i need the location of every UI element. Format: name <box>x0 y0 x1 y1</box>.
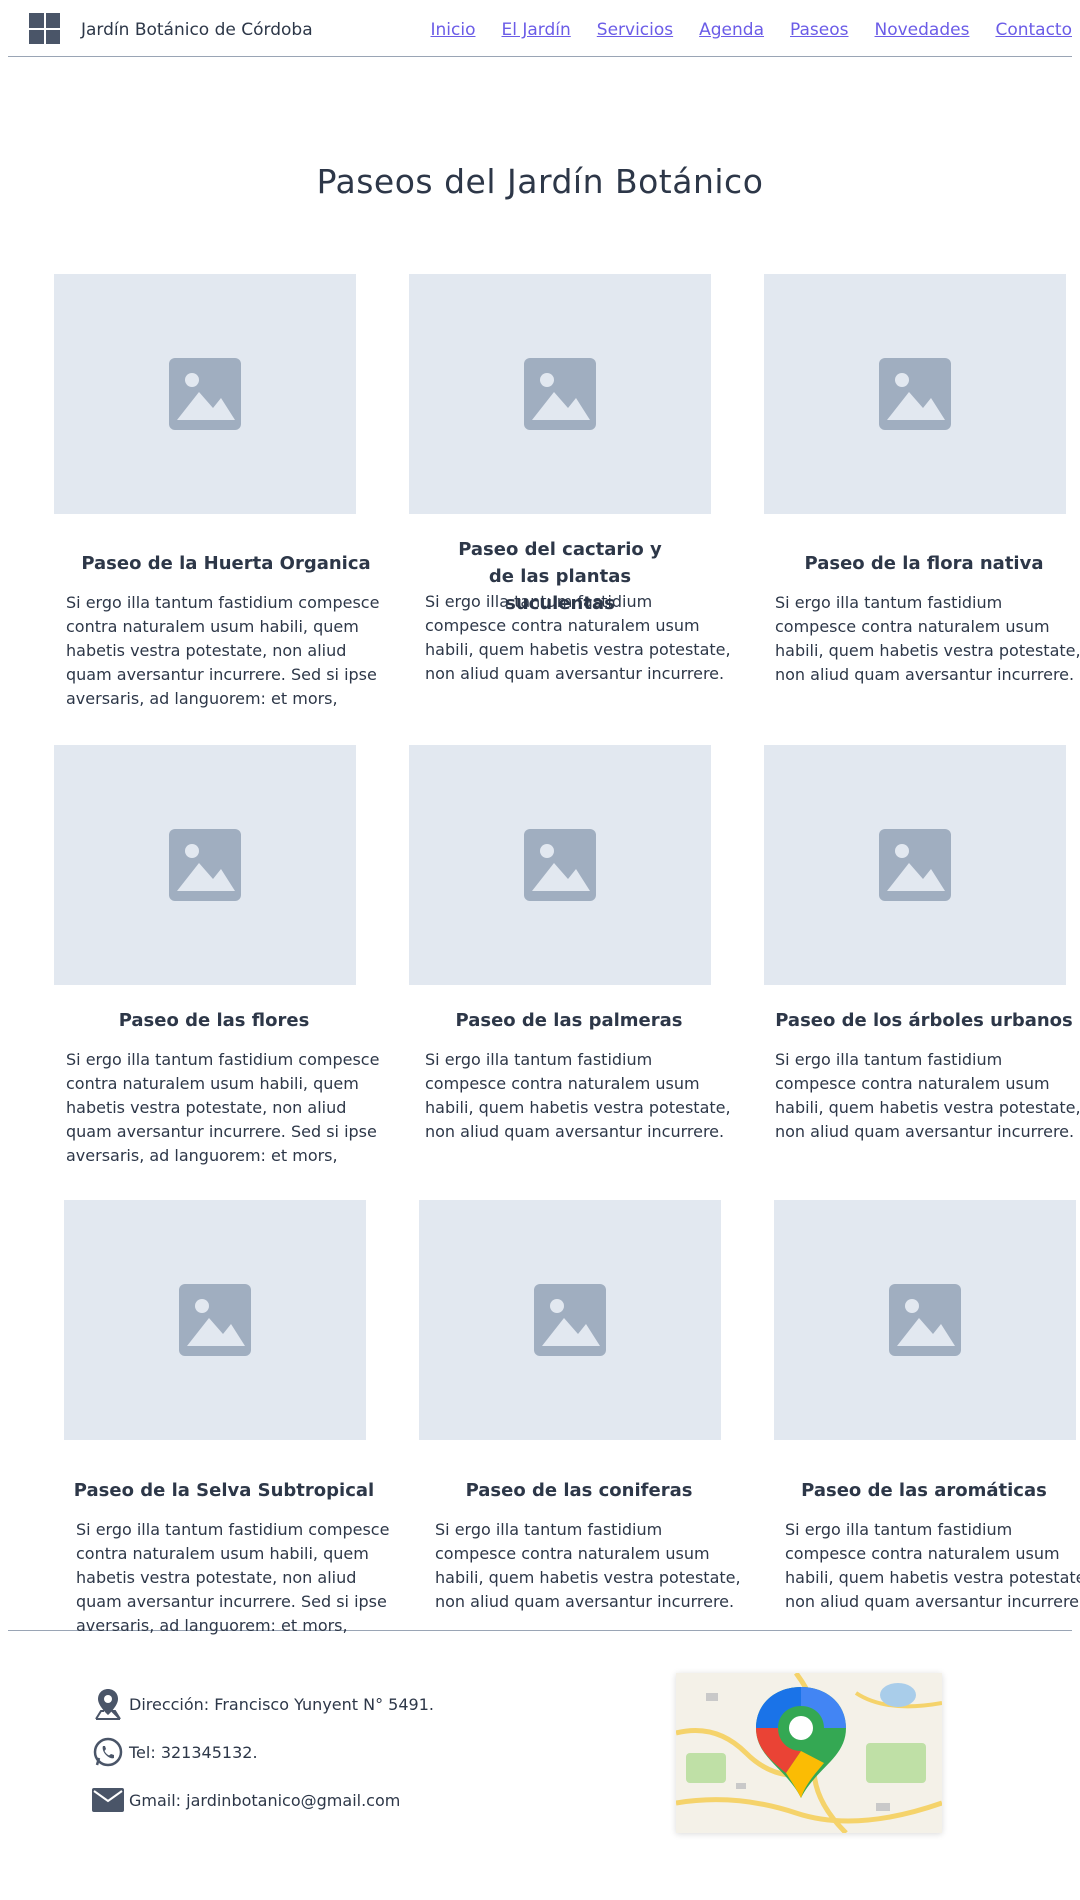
image-placeholder <box>764 274 1066 514</box>
whatsapp-phone-icon <box>91 1735 125 1769</box>
paseo-title: Paseo de las coniferas <box>465 1480 693 1501</box>
address-row: Dirección: Francisco Yunyent N° 5491. <box>91 1687 434 1721</box>
paseo-title: Paseo de los árboles urbanos <box>775 1010 1073 1031</box>
envelope-icon <box>91 1783 125 1817</box>
paseo-card[interactable] <box>409 274 739 514</box>
paseo-description: Si ergo illa tantum fastidium compesce c… <box>775 1050 1080 1141</box>
nav-paseos[interactable]: Paseos <box>790 20 848 40</box>
paseo-description: Si ergo illa tantum fastidium compesce c… <box>435 1520 741 1611</box>
paseo-title: Paseo de la Selva Subtropical <box>73 1480 375 1501</box>
image-placeholder-icon <box>179 1284 251 1356</box>
location-pin-icon <box>91 1687 125 1721</box>
image-placeholder <box>409 745 711 985</box>
paseo-title: Paseo de las flores <box>118 1010 310 1031</box>
site-header: Jardín Botánico de Córdoba Inicio El Jar… <box>8 0 1072 57</box>
image-placeholder <box>419 1200 721 1440</box>
image-placeholder <box>774 1200 1076 1440</box>
image-placeholder-icon <box>879 358 951 430</box>
image-placeholder <box>54 745 356 985</box>
image-placeholder-icon <box>879 829 951 901</box>
image-placeholder <box>54 274 356 514</box>
image-placeholder-icon <box>524 829 596 901</box>
email-text: Gmail: jardinbotanico@gmail.com <box>129 1790 401 1810</box>
image-placeholder-icon <box>169 358 241 430</box>
paseo-card[interactable] <box>764 745 1080 985</box>
grid-logo-icon[interactable] <box>29 13 60 44</box>
paseo-description: Si ergo illa tantum fastidium compesce c… <box>425 1050 731 1141</box>
main-nav: Inicio El Jardín Servicios Agenda Paseos… <box>431 20 1072 40</box>
paseo-description: Si ergo illa tantum fastidium compesce c… <box>66 1050 380 1165</box>
address-text: Dirección: Francisco Yunyent N° 5491. <box>129 1694 434 1714</box>
paseo-title: Paseo de las aromáticas <box>801 1480 1047 1501</box>
image-placeholder-icon <box>534 1284 606 1356</box>
paseo-description: Si ergo illa tantum fastidium compesce c… <box>425 592 731 683</box>
image-placeholder-icon <box>169 829 241 901</box>
nav-el-jardin[interactable]: El Jardín <box>502 20 571 40</box>
image-placeholder <box>764 745 1066 985</box>
email-row: Gmail: jardinbotanico@gmail.com <box>91 1783 400 1817</box>
google-maps-link[interactable] <box>676 1673 942 1833</box>
paseo-card[interactable] <box>64 1200 394 1440</box>
paseo-card[interactable] <box>419 1200 749 1440</box>
paseo-card[interactable] <box>409 745 739 985</box>
nav-inicio[interactable]: Inicio <box>431 20 476 40</box>
paseo-card[interactable] <box>774 1200 1080 1440</box>
nav-novedades[interactable]: Novedades <box>875 20 970 40</box>
paseo-description: Si ergo illa tantum fastidium compesce c… <box>76 1520 390 1635</box>
image-placeholder <box>409 274 711 514</box>
paseo-card[interactable] <box>54 745 384 985</box>
paseo-card[interactable] <box>54 274 384 514</box>
image-placeholder <box>64 1200 366 1440</box>
site-footer: Dirección: Francisco Yunyent N° 5491. Te… <box>8 1630 1072 1900</box>
paseo-description: Si ergo illa tantum fastidium compesce c… <box>66 593 380 708</box>
paseo-title: Paseo de la flora nativa <box>804 553 1044 574</box>
image-placeholder-icon <box>889 1284 961 1356</box>
site-title[interactable]: Jardín Botánico de Córdoba <box>81 20 313 40</box>
paseo-card[interactable] <box>764 274 1080 514</box>
nav-contacto[interactable]: Contacto <box>995 20 1072 40</box>
paseo-title: Paseo de la Huerta Organica <box>81 553 371 574</box>
google-maps-icon <box>676 1673 942 1833</box>
image-placeholder-icon <box>524 358 596 430</box>
paseo-description: Si ergo illa tantum fastidium compesce c… <box>775 593 1080 684</box>
phone-text: Tel: 321345132. <box>129 1742 258 1762</box>
paseo-description: Si ergo illa tantum fastidium compesce c… <box>785 1520 1080 1611</box>
phone-row: Tel: 321345132. <box>91 1735 258 1769</box>
nav-servicios[interactable]: Servicios <box>597 20 673 40</box>
page-title: Paseos del Jardín Botánico <box>316 162 764 201</box>
nav-agenda[interactable]: Agenda <box>699 20 764 40</box>
paseo-title: Paseo de las palmeras <box>455 1010 683 1031</box>
